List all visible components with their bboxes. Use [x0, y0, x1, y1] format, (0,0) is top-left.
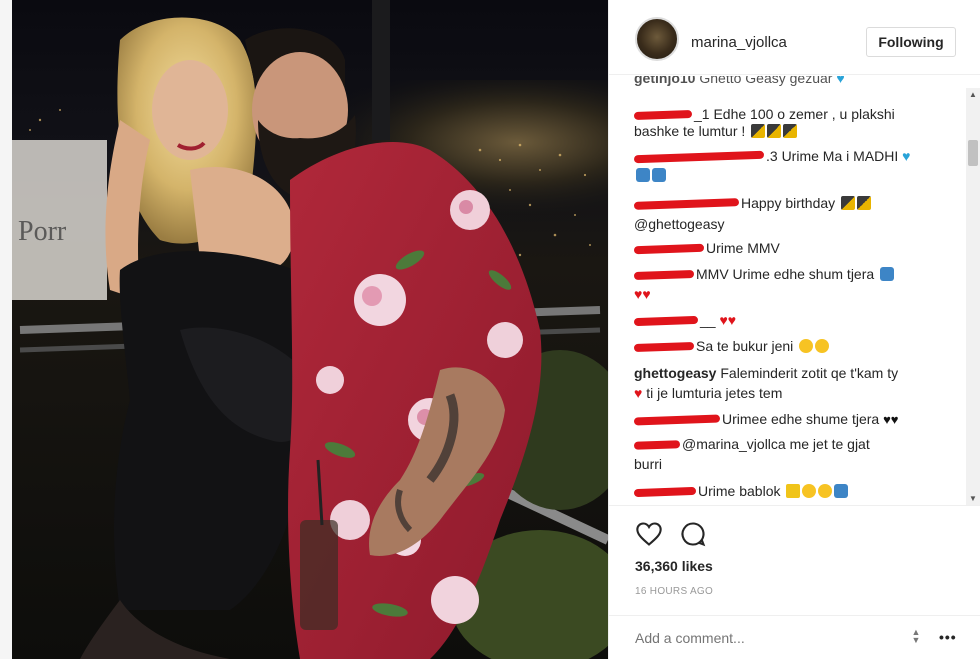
comment-text: Sa te bukur jeni [696, 338, 794, 354]
blue-heart-icon: ♥ [902, 148, 911, 164]
list-item: Happy birthday [633, 193, 959, 214]
list-item: getinjo10 Ghetto Geasy gezuar ♥ [634, 76, 959, 89]
list-item-continued [634, 165, 959, 186]
redaction-mark [633, 316, 699, 327]
comment-text: Urime bablok [698, 483, 781, 499]
party-hat-emoji-icon [751, 124, 766, 138]
redaction-mark [633, 151, 765, 164]
post-header: marina_vjollca Following [609, 0, 980, 75]
redaction-mark [633, 342, 695, 353]
list-item-continued: @ghettogeasy [634, 214, 959, 235]
list-item: __ ♥♥ [633, 310, 959, 331]
comment-bubble-icon[interactable] [679, 520, 707, 548]
black-heart-icon: ♥♥ [883, 412, 899, 427]
list-item-continued: ♥♥ [634, 284, 959, 305]
avatar[interactable] [635, 17, 679, 61]
party-hat-emoji-icon [857, 196, 872, 210]
list-item: ghettogeasy Faleminderit zotit qe t'kam … [634, 363, 959, 384]
list-item-continued: bashke te lumtur ! [634, 121, 959, 142]
mention-link[interactable]: @ghettogeasy [634, 216, 725, 232]
redaction-mark [633, 270, 695, 281]
following-button[interactable]: Following [866, 27, 956, 57]
redaction-mark [633, 198, 740, 211]
list-item: Sa te bukur jeni [633, 336, 959, 357]
mention-link[interactable]: @marina_vjollca me jet te gjat [682, 436, 870, 452]
red-heart-icon: ♥ [719, 312, 728, 328]
add-comment-bar: ▲▼ ••• [609, 615, 980, 659]
money-emoji-icon [786, 484, 801, 498]
smiley-emoji-icon [799, 339, 814, 353]
comment-text: Urime MMV [706, 240, 780, 256]
couple-photo-image: Porr [0, 0, 608, 659]
red-heart-icon: ♥ [642, 286, 651, 302]
add-comment-input[interactable] [635, 628, 885, 648]
redaction-mark [633, 414, 721, 426]
scroll-down-arrow-icon[interactable]: ▼ [966, 492, 980, 506]
list-item: .3 Urime Ma i MADHI ♥ [633, 146, 959, 167]
scrollbar-thumb[interactable] [968, 140, 978, 166]
blue-heart-icon: ♥ [836, 76, 845, 86]
smiley-emoji-icon [818, 484, 833, 498]
smiley-emoji-icon [802, 484, 817, 498]
party-hat-emoji-icon [767, 124, 782, 138]
heart-outline-icon[interactable] [635, 520, 663, 548]
post-actions: 36,360 likes 16 HOURS AGO [609, 505, 980, 615]
post-sidebar: marina_vjollca Following getinjo10 Ghett… [608, 0, 980, 659]
crying-face-emoji-icon [834, 484, 849, 498]
comment-text: .3 Urime Ma i MADHI [766, 148, 899, 164]
smiley-emoji-icon [815, 339, 830, 353]
more-options-icon[interactable]: ••• [939, 629, 957, 645]
list-item-continued: ♥ ti je lumturia jetes tem [634, 383, 959, 404]
comment-text: burri [634, 456, 663, 472]
svg-text:Porr: Porr [18, 216, 67, 247]
party-hat-emoji-icon [841, 196, 856, 210]
red-heart-icon: ♥ [727, 312, 737, 328]
list-item: MMV Urime edhe shum tjera [633, 264, 959, 285]
list-item: @marina_vjollca me jet te gjat [633, 434, 959, 455]
comment-text: Happy birthday [741, 195, 836, 211]
username-link[interactable]: marina_vjollca [691, 34, 787, 51]
post-photo[interactable]: Porr [0, 0, 608, 659]
red-heart-icon: ♥ [634, 385, 643, 401]
party-hat-emoji-icon [783, 124, 798, 138]
crying-face-emoji-icon [652, 168, 666, 182]
comment-text: Faleminderit zotit qe t'kam ty [720, 365, 899, 381]
redaction-mark [633, 487, 697, 498]
redaction-mark [633, 440, 681, 451]
comment-text: ti je lumturia jetes tem [646, 385, 783, 401]
redaction-mark [633, 244, 705, 255]
comment-text: Urimee edhe shume tjera [722, 411, 880, 427]
scroll-up-arrow-icon[interactable]: ▲ [966, 88, 980, 102]
comment-username[interactable]: getinjo10 [634, 76, 695, 86]
list-item: Urime bablok [633, 481, 959, 502]
crying-face-emoji-icon [880, 267, 895, 281]
resize-grip-icon[interactable]: ▲ ▼ [910, 628, 922, 646]
comment-text: _1 Edhe 100 o zemer , u plakshi [694, 106, 895, 122]
comment-text: MMV Urime edhe shum tjera [696, 266, 875, 282]
comment-text: Ghetto Geasy gezuar [699, 76, 833, 86]
comment-text: bashke te lumtur ! [634, 123, 746, 139]
comment-text: __ [700, 312, 716, 328]
list-item: Urime MMV [633, 238, 959, 259]
comments-scrollbar[interactable]: ▲ ▼ [966, 88, 980, 506]
list-item: Urimee edhe shume tjera ♥♥ [633, 409, 959, 430]
comment-username[interactable]: ghettogeasy [634, 365, 716, 381]
comments-list: getinjo10 Ghetto Geasy gezuar ♥ _1 Edhe … [609, 76, 965, 502]
crying-face-emoji-icon [636, 168, 650, 182]
post-timestamp: 16 HOURS AGO [635, 586, 714, 597]
instagram-post-view: Porr marina_vjollca Following getinjo10 … [0, 0, 980, 659]
list-item-continued: burri [634, 454, 959, 475]
likes-count[interactable]: 36,360 likes [635, 558, 713, 574]
redaction-mark [633, 110, 693, 121]
